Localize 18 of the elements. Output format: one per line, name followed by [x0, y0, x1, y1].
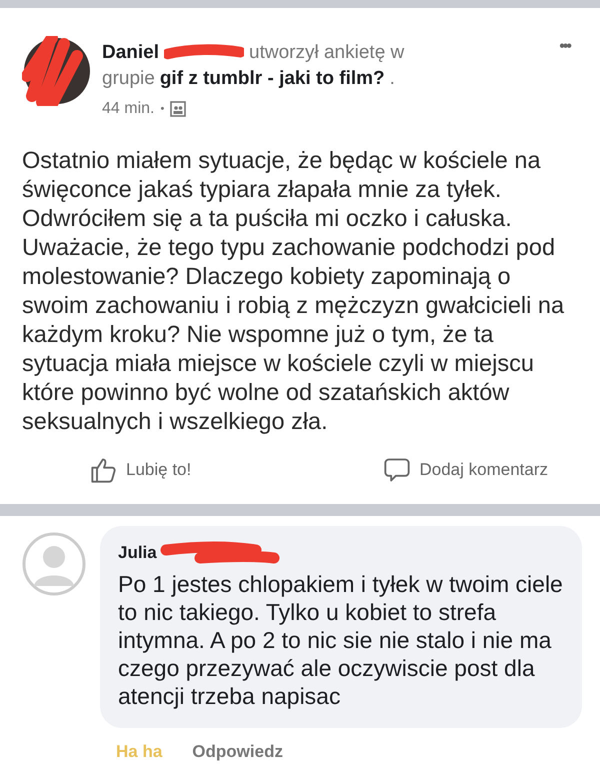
- comment-button[interactable]: Dodaj komentarz: [383, 452, 548, 488]
- author-name[interactable]: Daniel: [102, 40, 160, 66]
- avatar-icon[interactable]: [22, 36, 92, 106]
- group-icon: [170, 101, 186, 117]
- more-button[interactable]: •••: [559, 22, 578, 56]
- reply-button[interactable]: Odpowiedz: [192, 738, 283, 766]
- commenter-name[interactable]: Julia: [118, 543, 157, 563]
- thumbs-up-icon: [90, 456, 118, 484]
- comment-text: Po 1 jestes chlopakiem i tyłek w twoim ciele to nic takiego. Tylko u kobiet to strefa intymna. A po 2 to nic sie nie stalo i nie ma czego przezywać ale oczywiscie post dla atencji trzeba napisac: [118, 570, 564, 710]
- post-time: 44 min.: [102, 99, 154, 119]
- period-text: .: [390, 67, 395, 91]
- post-action-text: utworzył ankietę w: [249, 41, 404, 65]
- speech-bubble-icon: [383, 456, 412, 484]
- post-text: Ostatnio miałem sytuacje, że będąc w kościele na święconce jakaś typiara złapała mnie za tyłek. Odwróciłem się a ta puściła mi oczko i całuska. Uważacie, że tego typu zachowanie podchodzi pod molestowanie? Dlaczego kobiety zapominają o swoim zachowaniu i robią z mężczyzn gwałcicieli na każdym kroku? Nie wspomne już o tym, że ta sytuacja miała miejsce w kościele czyli w miejscu które powinno być wolne od szatańskich aktów seksualnych i wszelkiego zła.: [22, 146, 566, 436]
- like-button[interactable]: Lubię to!: [90, 452, 192, 488]
- post-action-text: grupie: [102, 67, 155, 91]
- separator-dot: •: [160, 102, 164, 117]
- group-link[interactable]: gif z tumblr - jaki to film?: [160, 66, 385, 92]
